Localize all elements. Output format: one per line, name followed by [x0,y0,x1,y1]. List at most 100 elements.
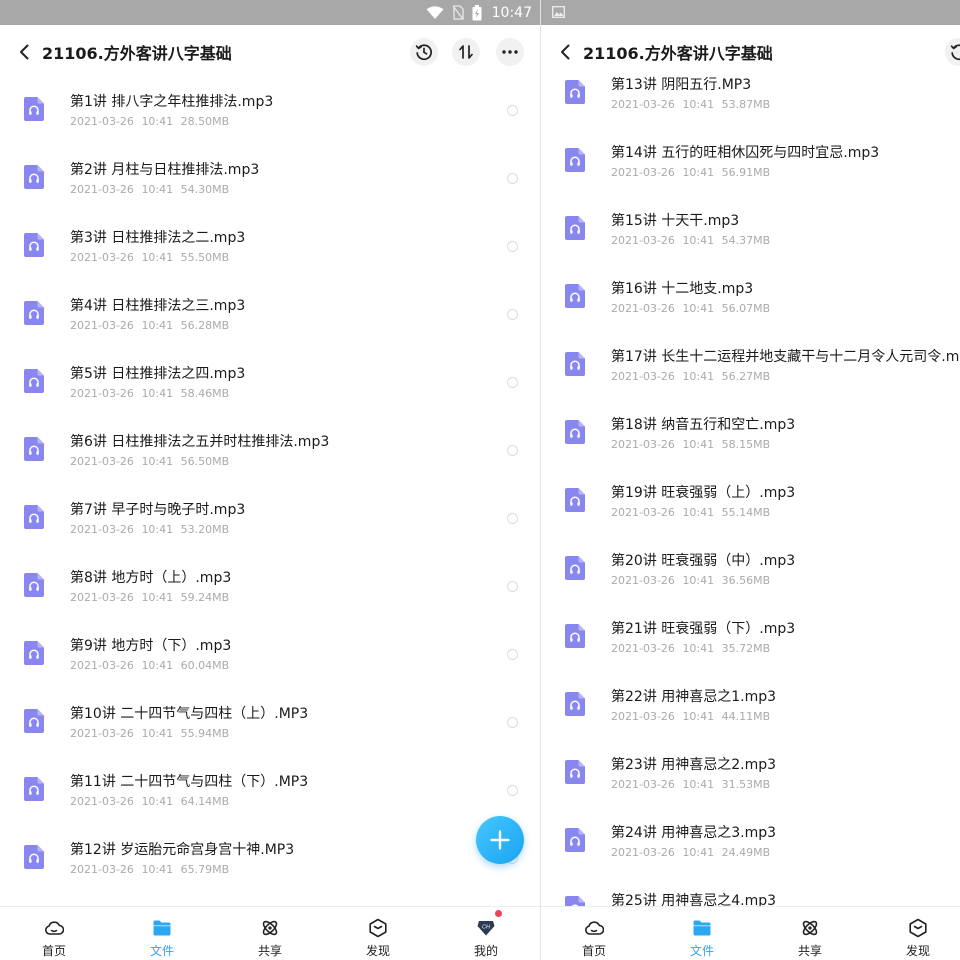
file-meta: 2021-03-26 10:41 36.56MB [611,574,770,587]
file-row[interactable]: 第8讲 地方时（上）.mp3 2021-03-26 10:41 59.24MB [0,543,540,611]
file-name: 第21讲 旺衰强弱（下）.mp3 [611,621,796,637]
file-meta: 2021-03-26 10:41 59.24MB [70,591,229,604]
audio-file-icon [565,216,585,240]
file-time: 10:41 [141,387,174,400]
nav-tab[interactable]: 发现 [348,907,408,960]
file-row[interactable]: 第24讲 用神喜忌之3.mp3 2021-03-26 10:41 24.49MB [541,798,960,866]
select-radio[interactable] [507,513,518,524]
file-row[interactable]: 第12讲 岁运胎元命宫身宫十神.MP3 2021-03-26 10:41 65.7… [0,815,540,883]
file-row[interactable]: 第22讲 用神喜忌之1.mp3 2021-03-26 10:41 44.11MB [541,662,960,730]
audio-file-icon [565,828,585,852]
file-size: 58.46MB [180,387,230,400]
nav-tab[interactable]: 首页 [24,907,84,960]
select-radio[interactable] [507,581,518,592]
nav-tab[interactable]: 共享 [240,907,300,960]
history-button[interactable] [410,38,438,66]
file-row[interactable]: 第20讲 旺衰强弱（中）.mp3 2021-03-26 10:41 36.56MB [541,526,960,594]
audio-file-icon [24,233,44,257]
file-row[interactable]: 第17讲 长生十二运程并地支藏干与十二月令人元司令.mp 2021-03-26 1… [541,322,960,390]
file-name: 第19讲 旺衰强弱（上）.mp3 [611,485,796,501]
file-date: 2021-03-26 [611,710,675,723]
file-date: 2021-03-26 [611,574,675,587]
select-radio[interactable] [507,377,518,388]
file-size: 64.14MB [180,795,230,808]
file-row[interactable]: 第19讲 旺衰强弱（上）.mp3 2021-03-26 10:41 55.14MB [541,458,960,526]
file-row[interactable]: 第3讲 日柱推排法之二.mp3 2021-03-26 10:41 55.50MB [0,203,540,271]
file-name: 第5讲 日柱推排法之四.mp3 [70,366,246,382]
file-name: 第22讲 用神喜忌之1.mp3 [611,689,777,705]
discover-box-icon [908,918,928,938]
file-row[interactable]: 第5讲 日柱推排法之四.mp3 2021-03-26 10:41 58.46MB [0,339,540,407]
file-row[interactable]: 第10讲 二十四节气与四柱（上）.MP3 2021-03-26 10:41 55.… [0,679,540,747]
file-row[interactable]: 第16讲 十二地支.mp3 2021-03-26 10:41 56.07MB [541,254,960,322]
nav-tab[interactable]: CH 我的 [456,907,516,960]
file-name: 第18讲 纳音五行和空亡.mp3 [611,417,796,433]
file-date: 2021-03-26 [70,795,134,808]
folder-icon [152,918,172,938]
file-time: 10:41 [141,183,174,196]
select-radio[interactable] [507,785,518,796]
file-row[interactable]: 第1讲 排八字之年柱推排法.mp3 2021-03-26 10:41 28.50M… [0,67,540,135]
file-row[interactable]: 第11讲 二十四节气与四柱（下）.MP3 2021-03-26 10:41 64.… [0,747,540,815]
file-row[interactable]: 第7讲 早子时与晚子时.mp3 2021-03-26 10:41 53.20MB [0,475,540,543]
file-name: 第15讲 十天干.mp3 [611,213,740,229]
select-radio[interactable] [507,309,518,320]
file-size: 36.56MB [721,574,771,587]
right-screen: 21106.方外客讲八字基础 第13讲 阴阳五行.MP3 2021-03-26 1… [541,0,960,960]
file-row[interactable]: 第14讲 五行的旺相休囚死与四时宜忌.mp3 2021-03-26 10:41 5… [541,118,960,186]
file-date: 2021-03-26 [70,863,134,876]
file-size: 28.50MB [180,115,230,128]
select-radio[interactable] [507,241,518,252]
file-date: 2021-03-26 [70,115,134,128]
file-size: 24.49MB [721,846,771,859]
file-date: 2021-03-26 [611,642,675,655]
audio-file-icon [24,573,44,597]
file-name: 第11讲 二十四节气与四柱（下）.MP3 [70,774,309,790]
back-button[interactable] [14,41,34,63]
audio-file-icon [24,845,44,869]
file-name: 第16讲 十二地支.mp3 [611,281,754,297]
file-size: 56.91MB [721,166,771,179]
wifi-icon [426,5,444,19]
file-size: 58.15MB [721,438,771,451]
nav-tab[interactable]: 发现 [888,907,948,960]
file-time: 10:41 [682,778,715,791]
file-time: 10:41 [141,591,174,604]
select-radio[interactable] [507,649,518,660]
discover-box-icon [368,918,388,938]
nav-tab[interactable]: 文件 [672,907,732,960]
nav-tab[interactable]: 首页 [564,907,624,960]
sort-button[interactable] [452,38,480,66]
file-time: 10:41 [141,523,174,536]
audio-file-icon [24,505,44,529]
more-button[interactable] [496,38,524,66]
nav-label: 共享 [257,944,282,958]
file-row[interactable]: 第2讲 月柱与日柱推排法.mp3 2021-03-26 10:41 54.30MB [0,135,540,203]
audio-file-icon [24,369,44,393]
nav-tab[interactable]: 共享 [780,907,840,960]
select-radio[interactable] [507,105,518,116]
file-meta: 2021-03-26 10:41 56.07MB [611,302,770,315]
select-radio[interactable] [507,445,518,456]
file-size: 55.50MB [180,251,230,264]
file-size: 56.27MB [721,370,771,383]
audio-file-icon [565,148,585,172]
file-row[interactable]: 第23讲 用神喜忌之2.mp3 2021-03-26 10:41 31.53MB [541,730,960,798]
file-row[interactable]: 第21讲 旺衰强弱（下）.mp3 2021-03-26 10:41 35.72MB [541,594,960,662]
nav-label: 文件 [149,944,174,958]
history-clock-icon [415,44,432,61]
file-row[interactable]: 第13讲 阴阳五行.MP3 2021-03-26 10:41 53.87MB [541,50,960,118]
file-row[interactable]: 第15讲 十天干.mp3 2021-03-26 10:41 54.37MB [541,186,960,254]
add-button[interactable] [476,816,524,864]
file-meta: 2021-03-26 10:41 55.94MB [70,727,229,740]
file-time: 10:41 [682,370,715,383]
select-radio[interactable] [507,717,518,728]
left-screen: 10:47 21106.方外客讲八字基础 第1讲 排八字之年柱推排法.mp3 20… [0,0,540,960]
file-row[interactable]: 第18讲 纳音五行和空亡.mp3 2021-03-26 10:41 58.15MB [541,390,960,458]
file-row[interactable]: 第9讲 地方时（下）.mp3 2021-03-26 10:41 60.04MB [0,611,540,679]
nav-tab[interactable]: 文件 [132,907,192,960]
no-sim-icon [452,5,464,20]
select-radio[interactable] [507,173,518,184]
file-row[interactable]: 第4讲 日柱推排法之三.mp3 2021-03-26 10:41 56.28MB [0,271,540,339]
file-row[interactable]: 第6讲 日柱推排法之五并时柱推排法.mp3 2021-03-26 10:41 56… [0,407,540,475]
